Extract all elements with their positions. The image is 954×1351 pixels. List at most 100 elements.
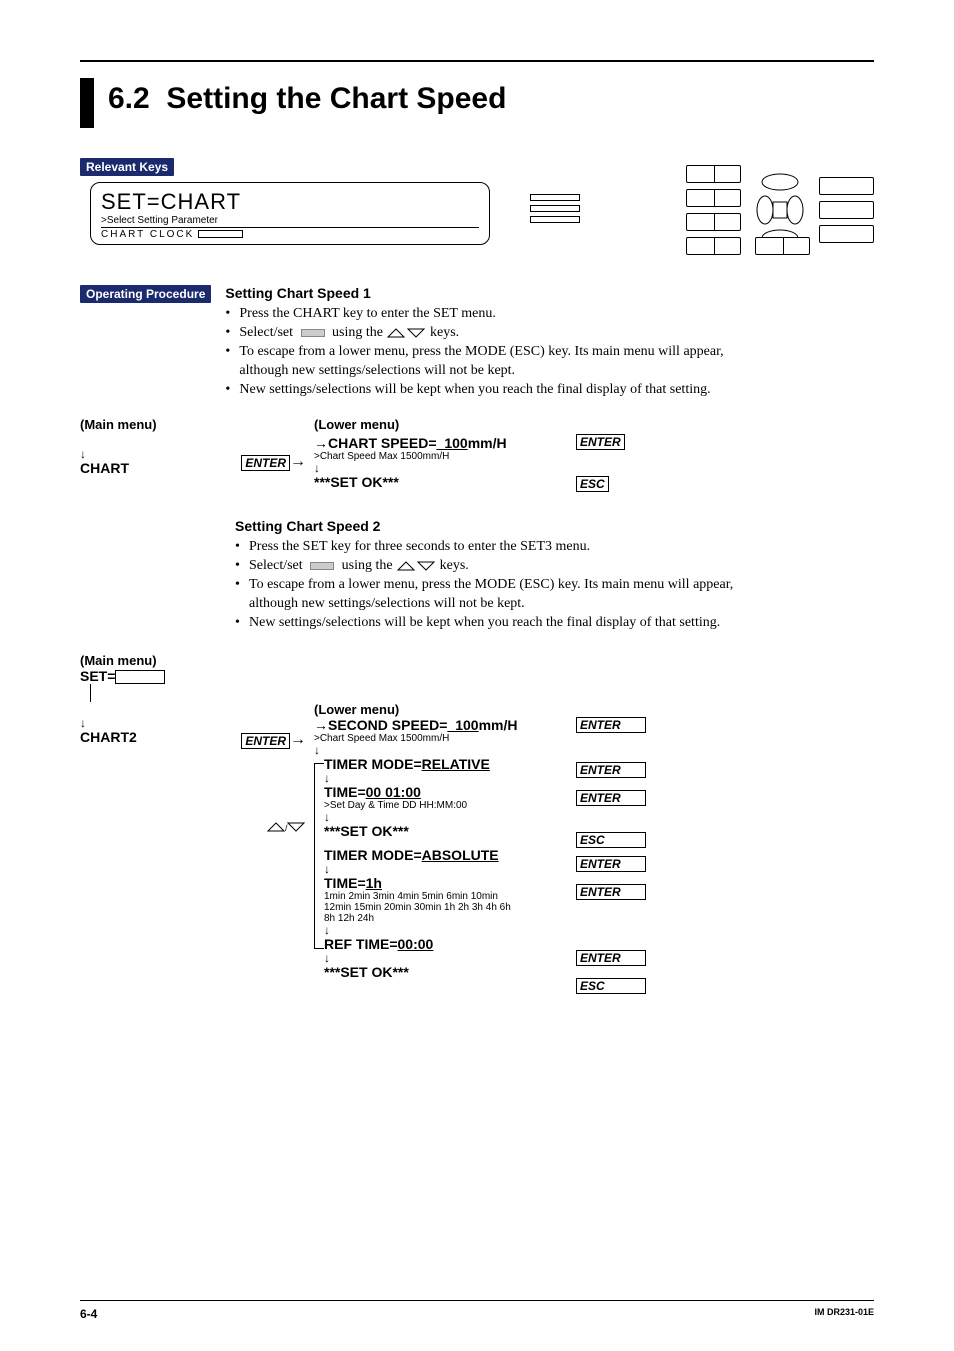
- key-icon: [686, 213, 741, 231]
- enter-key-token: ENTER: [241, 455, 290, 471]
- menu-subtext: 1min 2min 3min 4min 5min 6min 10min: [324, 891, 574, 902]
- down-arrow-icon: ↓: [314, 744, 574, 756]
- key-icon: [686, 165, 741, 183]
- input-box-icon: [115, 670, 165, 684]
- label: REF TIME=: [324, 936, 398, 952]
- operating-procedure-label: Operating Procedure: [80, 285, 211, 303]
- down-arrow-icon: ↓: [324, 811, 574, 823]
- down-arrow-icon: ↓: [324, 863, 574, 875]
- key-icon: [686, 237, 741, 255]
- down-arrow-icon: ↓: [324, 952, 574, 964]
- list-item: To escape from a lower menu, press the M…: [235, 576, 874, 614]
- enter-key-token: ENTER: [576, 717, 646, 733]
- flow-2: (Main menu) SET= (Lower menu) ↓ CHART2 E…: [80, 653, 874, 999]
- proc2-list: Press the SET key for three seconds to e…: [235, 538, 874, 632]
- key-icon: [819, 177, 874, 195]
- menu-line: TIMER MODE=RELATIVE: [324, 756, 574, 772]
- set-ok: ***SET OK***: [324, 964, 574, 980]
- relevant-keys-label: Relevant Keys: [80, 158, 174, 176]
- text: using the: [338, 558, 396, 573]
- key-icon: [819, 201, 874, 219]
- page-number: 6-4: [80, 1307, 97, 1321]
- text: although new settings/selections will no…: [249, 595, 874, 614]
- text: using the: [329, 325, 387, 340]
- up-down-key-icon: [396, 560, 436, 572]
- main-menu-label: (Main menu): [80, 417, 220, 432]
- menu-line: REF TIME=00:00: [324, 936, 574, 952]
- proc1-heading: Setting Chart Speed 1: [225, 285, 874, 301]
- esc-key-token: ESC: [576, 978, 646, 994]
- lcd-sub2: CHART CLOCK: [101, 229, 479, 240]
- enter-key-token: ENTER: [576, 950, 646, 966]
- text: Press the CHART key to enter the SET men…: [239, 306, 495, 321]
- enter-key-token: ENTER: [576, 762, 646, 778]
- branch-bracket: [314, 763, 324, 949]
- unit: mm/H: [479, 717, 518, 733]
- label: TIMER MODE=: [324, 756, 422, 772]
- menu-line: TIME=1h: [324, 875, 574, 891]
- text: New settings/selections will be kept whe…: [239, 382, 710, 397]
- up-down-key-icon: [386, 327, 426, 339]
- list-item: Press the SET key for three seconds to e…: [235, 538, 874, 557]
- section-number: 6.2: [108, 82, 150, 115]
- key-icon: [819, 225, 874, 243]
- mini-key-icon: [530, 216, 580, 223]
- label: TIME=: [324, 784, 366, 800]
- text: keys.: [440, 558, 469, 573]
- lower-menu-label: (Lower menu): [314, 702, 574, 717]
- proc1-list: Press the CHART key to enter the SET men…: [225, 305, 874, 399]
- menu-line: TIME=00 01:00: [324, 784, 574, 800]
- enter-key-token: ENTER: [576, 856, 646, 872]
- down-arrow-icon: ↓: [324, 772, 574, 784]
- text: Select/set: [249, 558, 306, 573]
- right-arrow-icon: →: [290, 453, 306, 470]
- mini-key-icon: [530, 205, 580, 212]
- menu-subtext: >Chart Speed Max 1500mm/H: [314, 451, 574, 462]
- page-footer: 6-4 IM DR231-01E: [80, 1300, 874, 1321]
- label: SECOND SPEED=: [328, 717, 447, 733]
- key-icon: [686, 189, 741, 207]
- main-menu-item: CHART2: [80, 729, 220, 745]
- main-menu-label: (Main menu): [80, 653, 874, 668]
- text: although new settings/selections will no…: [239, 362, 874, 381]
- menu-line: TIMER MODE=ABSOLUTE: [324, 847, 574, 863]
- lcd-sub2-text: CHART CLOCK: [101, 229, 194, 240]
- value: 00 01:00: [366, 784, 421, 800]
- page-title: 6.2 Setting the Chart Speed: [108, 82, 506, 116]
- text: Select/set: [239, 325, 296, 340]
- right-arrow-icon: →: [314, 717, 328, 733]
- label: TIMER MODE=: [324, 847, 422, 863]
- main-menu-item: CHART: [80, 460, 220, 476]
- enter-key-token: ENTER: [576, 434, 625, 450]
- svg-text:/: /: [285, 823, 288, 833]
- flow-1: (Main menu) (Lower menu) ↓ CHART ENTER→ …: [80, 417, 874, 492]
- lcd-panel: SET=CHART >Select Setting Parameter CHAR…: [90, 182, 490, 245]
- top-rule: [80, 60, 874, 62]
- procedure-1: Operating Procedure Setting Chart Speed …: [80, 285, 874, 399]
- text: To escape from a lower menu, press the M…: [249, 577, 733, 592]
- title-row: 6.2 Setting the Chart Speed: [80, 82, 874, 128]
- list-item: New settings/selections will be kept whe…: [225, 381, 874, 400]
- label: SET=: [80, 668, 115, 684]
- procedure-2: Setting Chart Speed 2 Press the SET key …: [235, 518, 874, 632]
- esc-key-token: ESC: [576, 476, 609, 492]
- lcd-sub1: >Select Setting Parameter: [101, 215, 479, 228]
- label: CHART SPEED=: [328, 435, 437, 451]
- list-item: Select/set using the keys.: [225, 324, 874, 343]
- down-arrow-icon: ↓: [324, 924, 574, 936]
- key-icon: [755, 237, 810, 255]
- list-item: To escape from a lower menu, press the M…: [225, 343, 874, 381]
- lower-menu-label: (Lower menu): [314, 417, 574, 432]
- up-down-key-icon: /: [266, 820, 306, 834]
- flow-connector: [90, 684, 874, 702]
- value: 00:00: [398, 936, 434, 952]
- menu-subtext: 8h 12h 24h: [324, 913, 574, 924]
- enter-key-token: ENTER: [576, 884, 646, 900]
- text: keys.: [430, 325, 459, 340]
- keypad-panel: [686, 165, 874, 255]
- menu-subtext: >Chart Speed Max 1500mm/H: [314, 733, 574, 744]
- set-ok: ***SET OK***: [314, 474, 574, 490]
- lcd-title: SET=CHART: [101, 189, 479, 215]
- down-arrow-icon: ↓: [80, 717, 220, 729]
- enter-key-token: ENTER: [241, 733, 290, 749]
